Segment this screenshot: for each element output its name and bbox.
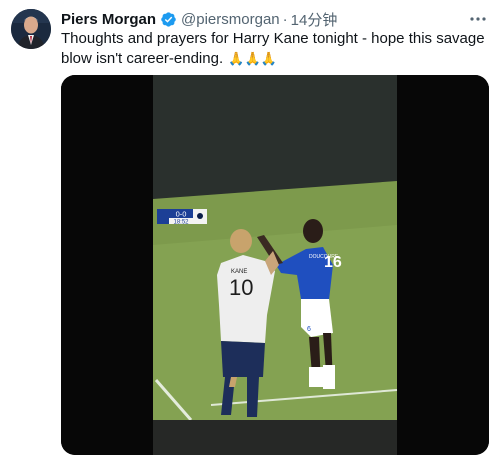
avatar[interactable] bbox=[11, 9, 51, 49]
praying-hands-emoji: 🙏🙏🙏 bbox=[228, 51, 277, 66]
author-handle[interactable]: @piersmorgan bbox=[181, 11, 280, 28]
video-player[interactable]: 0-0 18:52 16 DOUCOURE 6 10 KANE bbox=[61, 75, 489, 455]
more-options-button[interactable] bbox=[468, 9, 488, 29]
separator-dot: · bbox=[282, 10, 288, 28]
tweet-header: Piers Morgan @piersmorgan · 14分钟 bbox=[61, 9, 337, 29]
blue-shorts-number: 6 bbox=[307, 326, 311, 333]
score: 0-0 bbox=[176, 210, 187, 219]
more-dots-icon bbox=[470, 17, 486, 21]
author-name[interactable]: Piers Morgan bbox=[61, 11, 156, 28]
verified-badge-icon bbox=[161, 11, 176, 27]
blue-shirt-name: DOUCOURE bbox=[309, 254, 339, 260]
video-frame: 0-0 18:52 16 DOUCOURE 6 10 KANE bbox=[61, 75, 489, 455]
white-shirt-name: KANE bbox=[231, 269, 247, 275]
scoreboard: 0-0 18:52 bbox=[157, 209, 207, 226]
match-clock: 18:52 bbox=[173, 220, 189, 226]
white-shirt-number: 10 bbox=[229, 275, 253, 300]
tweet-text: Thoughts and prayers for Harry Kane toni… bbox=[61, 29, 491, 69]
timestamp[interactable]: 14分钟 bbox=[291, 9, 338, 30]
avatar-image bbox=[11, 9, 51, 49]
